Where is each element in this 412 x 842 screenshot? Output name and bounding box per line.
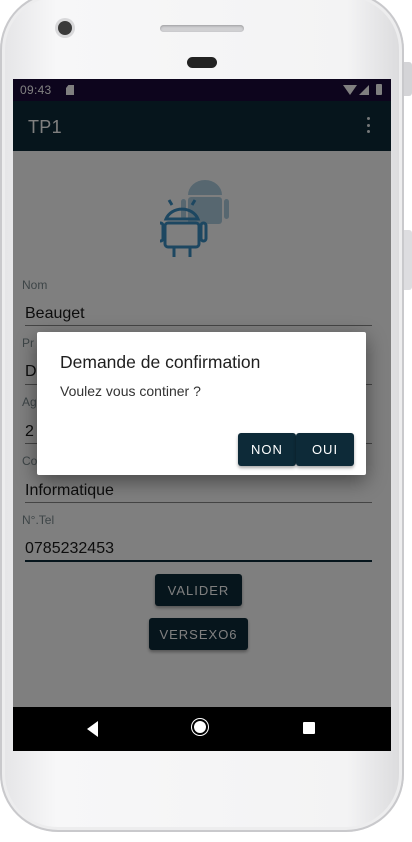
- home-icon[interactable]: [194, 721, 206, 733]
- front-camera: [58, 21, 72, 35]
- earpiece-speaker: [160, 25, 244, 32]
- navigation-bar: [13, 707, 391, 751]
- dialog-message: Voulez vous continer ?: [60, 383, 201, 399]
- device-screen: 09:43 TP1: [13, 79, 391, 751]
- recents-icon[interactable]: [303, 722, 315, 734]
- volume-button: [404, 230, 412, 290]
- back-icon[interactable]: [87, 721, 98, 737]
- yes-button[interactable]: OUI: [296, 433, 354, 466]
- no-button[interactable]: NON: [238, 433, 296, 466]
- power-button: [404, 62, 412, 96]
- proximity-sensor: [187, 57, 217, 68]
- dialog-title: Demande de confirmation: [60, 352, 261, 372]
- confirmation-dialog: Demande de confirmation Voulez vous cont…: [37, 332, 366, 475]
